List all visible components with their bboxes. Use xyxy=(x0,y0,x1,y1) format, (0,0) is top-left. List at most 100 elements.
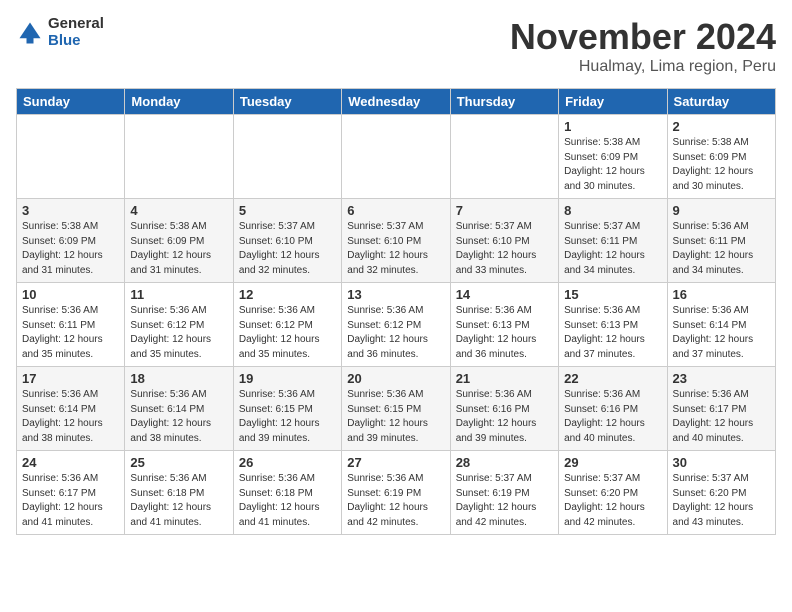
day-number: 16 xyxy=(673,287,770,302)
day-info: Sunrise: 5:37 AM Sunset: 6:10 PM Dayligh… xyxy=(239,220,336,278)
day-number: 15 xyxy=(564,287,661,302)
day-number: 4 xyxy=(130,203,227,218)
day-number: 3 xyxy=(22,203,119,218)
calendar-cell: 10Sunrise: 5:36 AM Sunset: 6:11 PM Dayli… xyxy=(17,283,125,367)
day-number: 12 xyxy=(239,287,336,302)
day-number: 6 xyxy=(347,203,444,218)
day-number: 2 xyxy=(673,119,770,134)
day-info: Sunrise: 5:36 AM Sunset: 6:18 PM Dayligh… xyxy=(239,472,336,530)
day-number: 24 xyxy=(22,455,119,470)
weekday-header-monday: Monday xyxy=(125,89,233,115)
day-number: 28 xyxy=(456,455,553,470)
calendar-cell: 3 Sunrise: 5:38 AM Sunset: 6:09 PM Daylig… xyxy=(17,199,125,283)
calendar-cell: 19 Sunrise: 5:36 AM Sunset: 6:15 PM Dayli… xyxy=(233,367,341,451)
page-header: General Blue November 2024 Hualmay, Lima… xyxy=(16,16,776,76)
calendar-cell: 2 Sunrise: 5:38 AM Sunset: 6:09 PM Daylig… xyxy=(667,115,775,199)
day-info: Sunrise: 5:37 AM Sunset: 6:20 PM Dayligh… xyxy=(564,472,661,530)
calendar-cell xyxy=(17,115,125,199)
day-info: Sunrise: 5:36 AM Sunset: 6:17 PM Dayligh… xyxy=(22,472,119,530)
calendar-cell: 4 Sunrise: 5:38 AM Sunset: 6:09 PM Daylig… xyxy=(125,199,233,283)
calendar-cell xyxy=(125,115,233,199)
calendar-cell: 11Sunrise: 5:36 AM Sunset: 6:12 PM Dayli… xyxy=(125,283,233,367)
day-info: Sunrise: 5:37 AM Sunset: 6:11 PM Dayligh… xyxy=(564,220,661,278)
day-info: Sunrise: 5:36 AM Sunset: 6:12 PM Dayligh… xyxy=(130,304,227,362)
day-info: Sunrise: 5:36 AM Sunset: 6:11 PM Dayligh… xyxy=(22,304,119,362)
day-info: Sunrise: 5:37 AM Sunset: 6:10 PM Dayligh… xyxy=(456,220,553,278)
weekday-header-tuesday: Tuesday xyxy=(233,89,341,115)
day-info: Sunrise: 5:36 AM Sunset: 6:15 PM Dayligh… xyxy=(239,388,336,446)
weekday-header-saturday: Saturday xyxy=(667,89,775,115)
calendar-week-row: 3 Sunrise: 5:38 AM Sunset: 6:09 PM Daylig… xyxy=(17,199,776,283)
day-info: Sunrise: 5:38 AM Sunset: 6:09 PM Dayligh… xyxy=(564,136,661,194)
weekday-header-thursday: Thursday xyxy=(450,89,558,115)
calendar-cell: 5 Sunrise: 5:37 AM Sunset: 6:10 PM Daylig… xyxy=(233,199,341,283)
location-subtitle: Hualmay, Lima region, Peru xyxy=(510,58,776,76)
day-number: 7 xyxy=(456,203,553,218)
day-info: Sunrise: 5:37 AM Sunset: 6:19 PM Dayligh… xyxy=(456,472,553,530)
day-number: 27 xyxy=(347,455,444,470)
day-number: 18 xyxy=(130,371,227,386)
calendar-cell: 8 Sunrise: 5:37 AM Sunset: 6:11 PM Daylig… xyxy=(559,199,667,283)
day-number: 1 xyxy=(564,119,661,134)
day-info: Sunrise: 5:36 AM Sunset: 6:13 PM Dayligh… xyxy=(456,304,553,362)
day-info: Sunrise: 5:36 AM Sunset: 6:14 PM Dayligh… xyxy=(22,388,119,446)
calendar-cell: 1 Sunrise: 5:38 AM Sunset: 6:09 PM Daylig… xyxy=(559,115,667,199)
day-number: 30 xyxy=(673,455,770,470)
day-info: Sunrise: 5:38 AM Sunset: 6:09 PM Dayligh… xyxy=(673,136,770,194)
day-number: 14 xyxy=(456,287,553,302)
logo-blue-text: Blue xyxy=(48,33,104,50)
calendar-cell: 7 Sunrise: 5:37 AM Sunset: 6:10 PM Daylig… xyxy=(450,199,558,283)
day-number: 8 xyxy=(564,203,661,218)
day-number: 21 xyxy=(456,371,553,386)
calendar-cell: 12Sunrise: 5:36 AM Sunset: 6:12 PM Dayli… xyxy=(233,283,341,367)
calendar-cell: 6Sunrise: 5:37 AM Sunset: 6:10 PM Daylig… xyxy=(342,199,450,283)
calendar-cell: 28 Sunrise: 5:37 AM Sunset: 6:19 PM Dayli… xyxy=(450,451,558,535)
day-number: 5 xyxy=(239,203,336,218)
weekday-header-row: SundayMondayTuesdayWednesdayThursdayFrid… xyxy=(17,89,776,115)
day-number: 19 xyxy=(239,371,336,386)
day-info: Sunrise: 5:36 AM Sunset: 6:19 PM Dayligh… xyxy=(347,472,444,530)
calendar-cell: 29 Sunrise: 5:37 AM Sunset: 6:20 PM Dayli… xyxy=(559,451,667,535)
day-info: Sunrise: 5:38 AM Sunset: 6:09 PM Dayligh… xyxy=(130,220,227,278)
calendar-cell: 22Sunrise: 5:36 AM Sunset: 6:16 PM Dayli… xyxy=(559,367,667,451)
calendar-cell xyxy=(342,115,450,199)
calendar-table: SundayMondayTuesdayWednesdayThursdayFrid… xyxy=(16,88,776,535)
calendar-cell xyxy=(450,115,558,199)
weekday-header-sunday: Sunday xyxy=(17,89,125,115)
day-info: Sunrise: 5:36 AM Sunset: 6:18 PM Dayligh… xyxy=(130,472,227,530)
day-number: 17 xyxy=(22,371,119,386)
weekday-header-wednesday: Wednesday xyxy=(342,89,450,115)
logo: General Blue xyxy=(16,16,104,49)
day-number: 29 xyxy=(564,455,661,470)
logo-icon xyxy=(16,19,44,47)
calendar-week-row: 24 Sunrise: 5:36 AM Sunset: 6:17 PM Dayli… xyxy=(17,451,776,535)
calendar-cell: 30 Sunrise: 5:37 AM Sunset: 6:20 PM Dayli… xyxy=(667,451,775,535)
calendar-cell: 20Sunrise: 5:36 AM Sunset: 6:15 PM Dayli… xyxy=(342,367,450,451)
day-info: Sunrise: 5:38 AM Sunset: 6:09 PM Dayligh… xyxy=(22,220,119,278)
day-info: Sunrise: 5:36 AM Sunset: 6:16 PM Dayligh… xyxy=(456,388,553,446)
logo-text: General Blue xyxy=(48,16,104,49)
title-section: November 2024 Hualmay, Lima region, Peru xyxy=(510,16,776,76)
calendar-cell: 27 Sunrise: 5:36 AM Sunset: 6:19 PM Dayli… xyxy=(342,451,450,535)
month-title: November 2024 xyxy=(510,16,776,58)
day-info: Sunrise: 5:37 AM Sunset: 6:20 PM Dayligh… xyxy=(673,472,770,530)
day-info: Sunrise: 5:36 AM Sunset: 6:14 PM Dayligh… xyxy=(673,304,770,362)
day-number: 26 xyxy=(239,455,336,470)
day-number: 25 xyxy=(130,455,227,470)
calendar-cell: 13Sunrise: 5:36 AM Sunset: 6:12 PM Dayli… xyxy=(342,283,450,367)
day-number: 9 xyxy=(673,203,770,218)
day-number: 13 xyxy=(347,287,444,302)
day-info: Sunrise: 5:36 AM Sunset: 6:16 PM Dayligh… xyxy=(564,388,661,446)
calendar-cell: 21 Sunrise: 5:36 AM Sunset: 6:16 PM Dayli… xyxy=(450,367,558,451)
day-info: Sunrise: 5:36 AM Sunset: 6:17 PM Dayligh… xyxy=(673,388,770,446)
calendar-cell: 14 Sunrise: 5:36 AM Sunset: 6:13 PM Dayli… xyxy=(450,283,558,367)
day-info: Sunrise: 5:36 AM Sunset: 6:14 PM Dayligh… xyxy=(130,388,227,446)
calendar-cell: 24 Sunrise: 5:36 AM Sunset: 6:17 PM Dayli… xyxy=(17,451,125,535)
day-info: Sunrise: 5:36 AM Sunset: 6:11 PM Dayligh… xyxy=(673,220,770,278)
calendar-cell xyxy=(233,115,341,199)
calendar-week-row: 10Sunrise: 5:36 AM Sunset: 6:11 PM Dayli… xyxy=(17,283,776,367)
calendar-cell: 9 Sunrise: 5:36 AM Sunset: 6:11 PM Daylig… xyxy=(667,199,775,283)
calendar-cell: 15Sunrise: 5:36 AM Sunset: 6:13 PM Dayli… xyxy=(559,283,667,367)
calendar-cell: 16 Sunrise: 5:36 AM Sunset: 6:14 PM Dayli… xyxy=(667,283,775,367)
day-number: 20 xyxy=(347,371,444,386)
